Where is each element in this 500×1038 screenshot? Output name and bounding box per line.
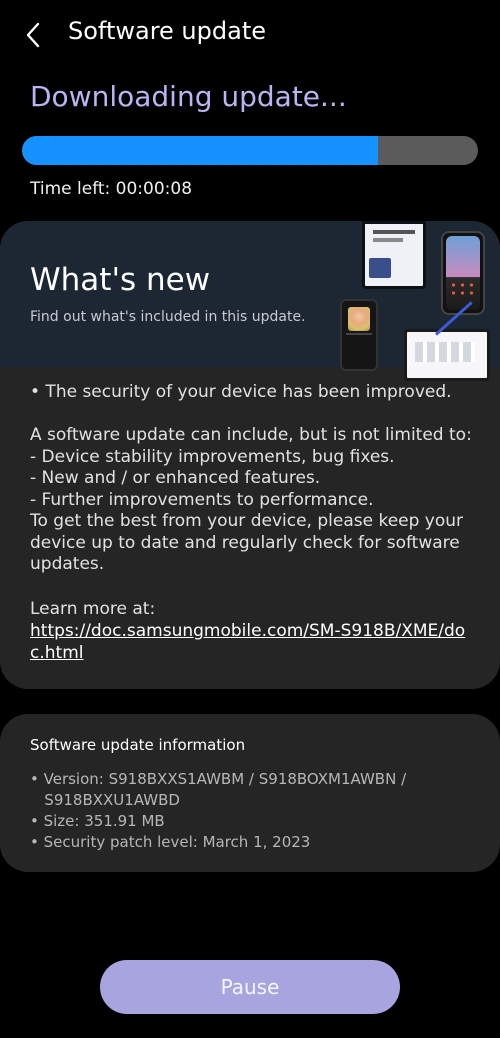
info-size: • Size: 351.91 MB [30, 812, 165, 830]
back-button[interactable] [18, 18, 50, 52]
whats-new-subtitle: Find out what's included in this update. [30, 309, 306, 325]
update-info-list: • Version: S918BXXS1AWBM / S918BOXM1AWBN… [30, 769, 476, 853]
download-progress-fill [22, 136, 378, 165]
tablet-illustration [362, 221, 426, 289]
update-info-card: Software update information • Version: S… [0, 714, 500, 872]
app-bar: Software update [0, 0, 500, 72]
chevron-left-icon [26, 22, 40, 48]
phone-illustration [441, 231, 485, 315]
whats-new-title: What's new [30, 262, 211, 298]
info-version-cont: S918BXXU1AWBD [30, 791, 180, 809]
page-title: Software update [68, 17, 266, 45]
laptop-illustration [404, 329, 490, 381]
update-info-title: Software update information [30, 736, 246, 754]
whats-new-card: What's new Find out what's included in t… [0, 221, 500, 689]
update-notes: • The security of your device has been i… [30, 382, 472, 574]
time-left-label: Time left: 00:00:08 [30, 179, 193, 199]
whats-new-banner: What's new Find out what's included in t… [0, 221, 500, 381]
learn-more-link[interactable]: https://doc.samsungmobile.com/SM-S918B/X… [30, 621, 476, 664]
download-status-title: Downloading update... [30, 80, 347, 113]
download-progress-bar [22, 136, 478, 165]
pause-button[interactable]: Pause [100, 960, 400, 1014]
learn-more-label: Learn more at: [30, 599, 156, 619]
flip-phone-illustration [340, 299, 378, 371]
info-security-patch: • Security patch level: March 1, 2023 [30, 833, 311, 851]
info-version: • Version: S918BXXS1AWBM / S918BOXM1AWBN… [30, 770, 407, 788]
